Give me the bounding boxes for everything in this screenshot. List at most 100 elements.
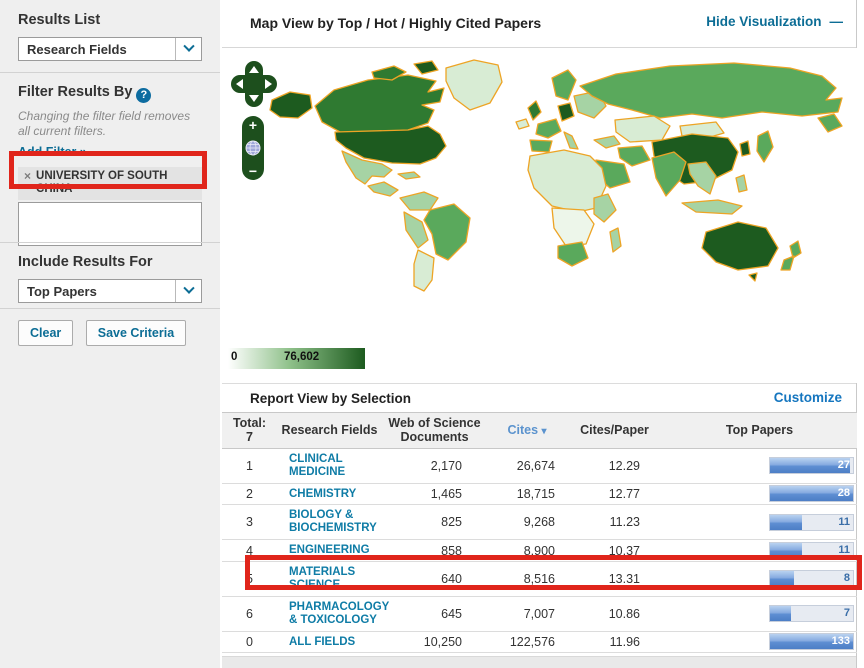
row-docs: 858 bbox=[407, 544, 462, 558]
legend-max-label: 76,602 bbox=[284, 351, 319, 363]
filter-note: Changing the filter field removes all cu… bbox=[18, 109, 202, 139]
zoom-out-icon[interactable]: − bbox=[249, 164, 257, 178]
legend-min-label: 0 bbox=[231, 351, 237, 363]
row-cites: 18,715 bbox=[462, 487, 555, 501]
report-view-header: Report View by Selection Customize bbox=[222, 383, 856, 412]
main-panel: Map View by Top / Hot / Highly Cited Pap… bbox=[222, 0, 857, 668]
country-uk bbox=[528, 101, 541, 120]
results-list-dropdown[interactable]: Research Fields bbox=[18, 37, 202, 61]
results-list-heading: Results List bbox=[18, 12, 202, 28]
remove-filter-icon[interactable]: × bbox=[24, 170, 31, 183]
chevron-down-icon bbox=[183, 283, 194, 294]
hide-visualization-link[interactable]: Hide Visualization— bbox=[706, 14, 842, 29]
sidebar-divider bbox=[0, 308, 220, 309]
row-rank: 5 bbox=[222, 572, 277, 586]
table-row[interactable]: 0 ALL FIELDS 10,250 122,576 11.96 133 bbox=[222, 632, 857, 654]
row-docs: 2,170 bbox=[407, 459, 462, 473]
include-results-heading: Include Results For bbox=[18, 254, 202, 270]
row-cites: 8,516 bbox=[462, 572, 555, 586]
research-field-link[interactable]: BIOLOGY & BIOCHEMISTRY bbox=[277, 505, 395, 539]
research-field-link[interactable]: MATERIALS SCIENCE bbox=[277, 562, 395, 596]
top-papers-bar: 7 bbox=[769, 605, 854, 622]
page: Results List Research Fields Filter Resu… bbox=[0, 0, 864, 668]
row-cites: 9,268 bbox=[462, 515, 555, 529]
row-docs: 640 bbox=[407, 572, 462, 586]
map-legend: 0 76,602 bbox=[228, 348, 365, 369]
row-rank: 1 bbox=[222, 459, 277, 473]
help-icon[interactable]: ? bbox=[136, 88, 151, 103]
country-germany bbox=[558, 103, 574, 121]
top-papers-bar-fill bbox=[770, 515, 802, 530]
filter-listbox[interactable] bbox=[18, 202, 202, 246]
column-header-research-fields[interactable]: Research Fields bbox=[277, 420, 382, 440]
country-peru-bolivia bbox=[404, 212, 428, 248]
top-papers-bar: 11 bbox=[769, 542, 854, 559]
results-list-dropdown-value: Research Fields bbox=[19, 42, 175, 57]
country-madagascar bbox=[610, 228, 621, 252]
zoom-in-icon[interactable]: + bbox=[249, 118, 257, 132]
include-results-dropdown[interactable]: Top Papers bbox=[18, 279, 202, 303]
research-field-link[interactable]: CLINICAL MEDICINE bbox=[277, 449, 395, 483]
russia-far-east bbox=[818, 114, 842, 132]
report-view-title: Report View by Selection bbox=[250, 391, 411, 406]
research-field-link[interactable]: ALL FIELDS bbox=[277, 632, 395, 653]
arctic-island-2 bbox=[414, 61, 438, 74]
table-row[interactable]: 1 CLINICAL MEDICINE 2,170 26,674 12.29 2… bbox=[222, 449, 857, 484]
country-indonesia bbox=[682, 200, 742, 214]
column-header-cites[interactable]: Cites ▾ bbox=[487, 420, 567, 441]
map-zoom-control[interactable]: + − bbox=[242, 116, 264, 180]
top-papers-value: 7 bbox=[844, 607, 850, 619]
dropdown-chevron-button[interactable] bbox=[175, 38, 201, 60]
country-spain bbox=[530, 140, 552, 152]
save-criteria-button[interactable]: Save Criteria bbox=[86, 320, 186, 346]
caribbean bbox=[398, 172, 420, 179]
top-papers-bar: 11 bbox=[769, 514, 854, 531]
table-row[interactable]: 3 BIOLOGY & BIOCHEMISTRY 825 9,268 11.23… bbox=[222, 505, 857, 540]
sidebar-divider bbox=[0, 72, 220, 73]
research-field-link[interactable]: ENGINEERING bbox=[277, 540, 395, 561]
row-cites-per-paper: 12.77 bbox=[555, 487, 640, 501]
table-row[interactable]: 5 MATERIALS SCIENCE 640 8,516 13.31 8 bbox=[222, 562, 857, 597]
top-papers-value: 133 bbox=[832, 635, 850, 647]
table-row[interactable]: 6 PHARMACOLOGY & TOXICOLOGY 645 7,007 10… bbox=[222, 597, 857, 632]
world-map[interactable]: + − 0 76,602 bbox=[222, 48, 857, 383]
row-cites-per-paper: 10.86 bbox=[555, 607, 640, 621]
country-philippines bbox=[736, 175, 747, 192]
top-papers-bar: 27 bbox=[769, 457, 854, 474]
map-pan-control[interactable] bbox=[230, 60, 278, 108]
country-iceland bbox=[516, 119, 529, 129]
central-africa bbox=[552, 208, 594, 246]
chevron-down-icon bbox=[183, 41, 194, 52]
choropleth-map bbox=[222, 48, 857, 344]
country-new-zealand bbox=[781, 241, 801, 270]
filter-chip[interactable]: × UNIVERSITY OF SOUTH CHINA bbox=[18, 167, 202, 200]
table-row[interactable]: 2 CHEMISTRY 1,465 18,715 12.77 28 bbox=[222, 484, 857, 506]
row-cites: 26,674 bbox=[462, 459, 555, 473]
row-docs: 10,250 bbox=[407, 635, 462, 649]
top-papers-value: 11 bbox=[838, 544, 850, 556]
add-filter-link[interactable]: Add Filter » bbox=[18, 145, 87, 159]
sort-desc-icon: ▾ bbox=[542, 426, 547, 437]
country-canada bbox=[315, 75, 444, 133]
include-results-dropdown-value: Top Papers bbox=[19, 284, 175, 299]
east-africa bbox=[594, 194, 616, 222]
country-brazil bbox=[424, 204, 470, 260]
dropdown-chevron-button[interactable] bbox=[175, 280, 201, 302]
country-greenland bbox=[446, 60, 502, 110]
table-header-row: Total: 7 Research Fields Web of Science … bbox=[222, 412, 857, 449]
top-papers-bar-fill bbox=[770, 543, 802, 558]
column-header-cites-per-paper[interactable]: Cites/Paper bbox=[567, 420, 662, 440]
table-row[interactable]: 4 ENGINEERING 858 8,900 10.37 11 bbox=[222, 540, 857, 562]
research-field-link[interactable]: PHARMACOLOGY & TOXICOLOGY bbox=[277, 597, 395, 631]
country-russia bbox=[580, 63, 842, 118]
scandinavia bbox=[552, 70, 576, 100]
country-australia bbox=[702, 222, 778, 270]
column-header-docs[interactable]: Web of Science Documents bbox=[382, 413, 487, 448]
total-header: Total: 7 bbox=[222, 413, 277, 448]
globe-icon[interactable] bbox=[245, 140, 261, 156]
clear-button[interactable]: Clear bbox=[18, 320, 73, 346]
country-iran bbox=[618, 146, 650, 166]
column-header-top-papers[interactable]: Top Papers bbox=[662, 420, 857, 440]
research-field-link[interactable]: CHEMISTRY bbox=[277, 484, 395, 505]
customize-link[interactable]: Customize bbox=[774, 390, 842, 405]
